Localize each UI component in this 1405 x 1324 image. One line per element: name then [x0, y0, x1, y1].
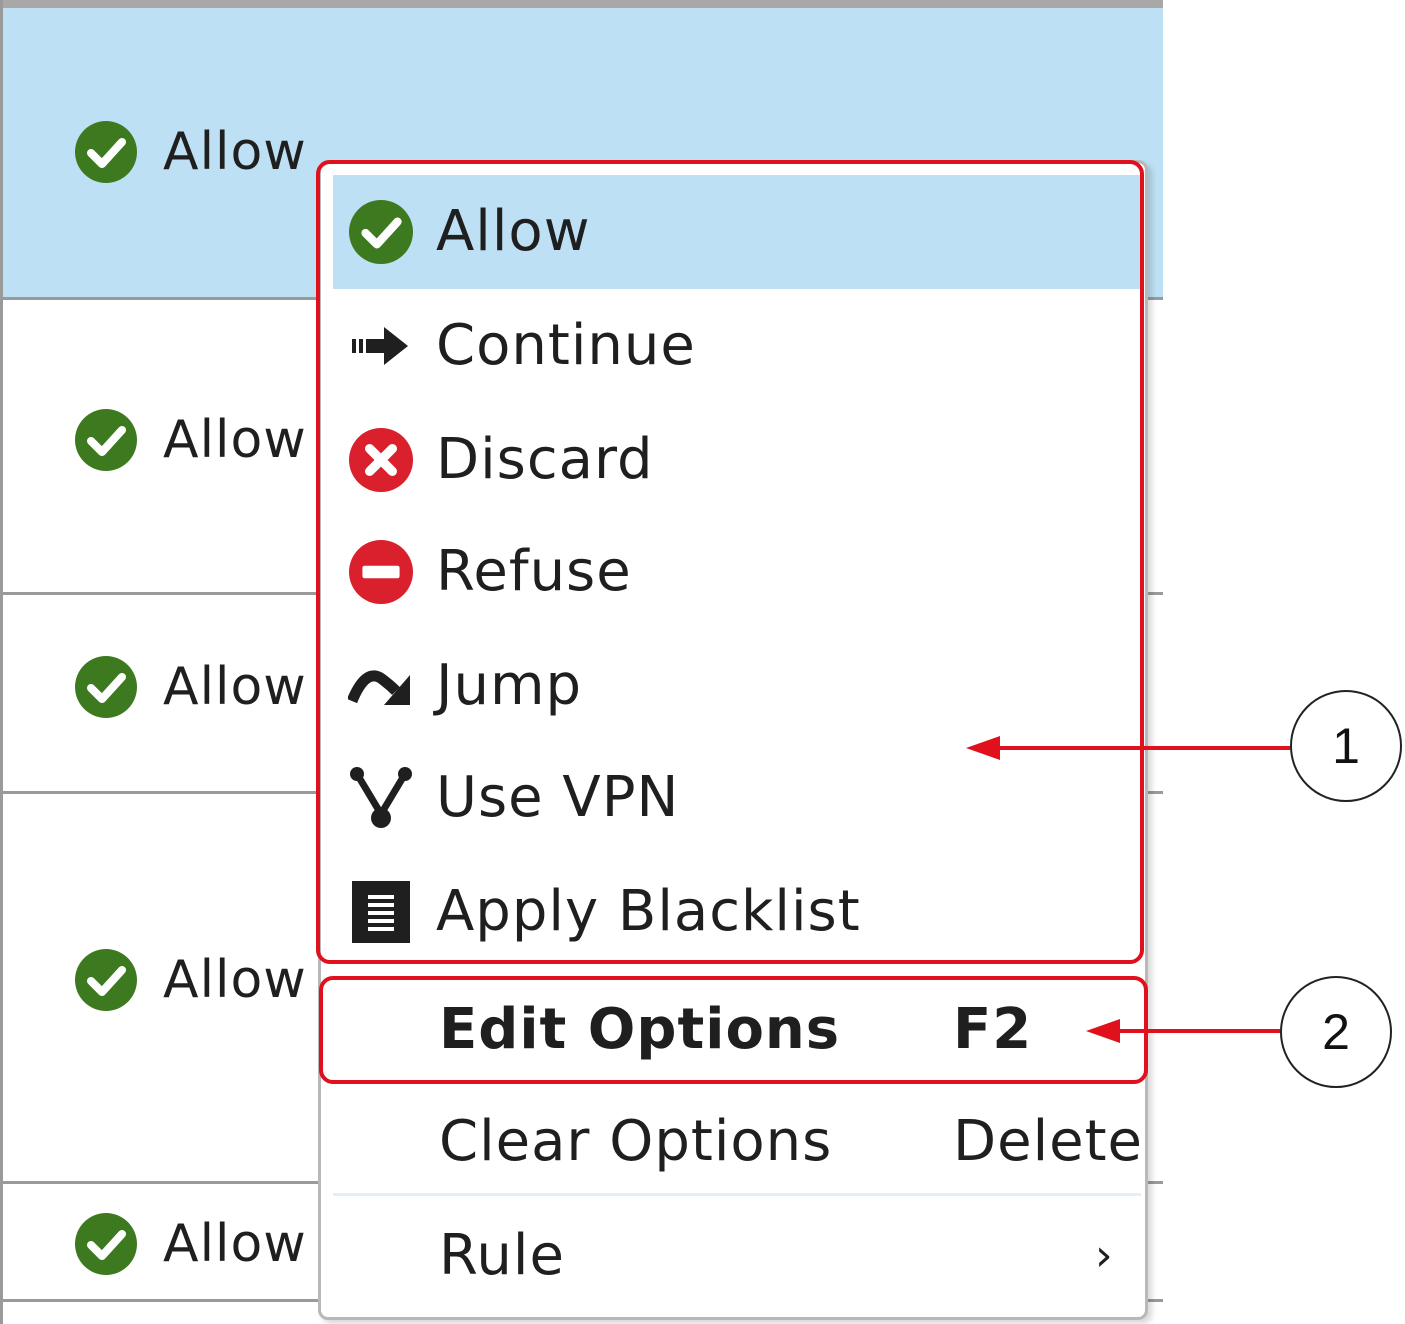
check-circle-icon: [75, 409, 137, 471]
action-cell: Allow: [75, 655, 307, 719]
check-circle-icon: [75, 949, 137, 1011]
action-label: Allow: [163, 122, 307, 182]
check-circle-icon: [75, 656, 137, 718]
action-cell: Allow: [75, 1212, 307, 1276]
action-cell: Allow: [75, 120, 307, 184]
action-cell: Allow: [75, 408, 307, 472]
action-label: Allow: [163, 1214, 307, 1274]
action-label: Allow: [163, 410, 307, 470]
callout-1-highlight: [316, 160, 1144, 964]
callout-2-highlight: [319, 976, 1148, 1084]
menu-separator: [333, 1193, 1141, 1196]
menu-item-label: Rule: [439, 1223, 565, 1288]
chevron-right-icon: ›: [1095, 1230, 1114, 1281]
callout-badge-1: 1: [1290, 690, 1402, 802]
menu-item-shortcut: Delete: [953, 1109, 1143, 1174]
check-circle-icon: [75, 121, 137, 183]
menu-item-label: Clear Options: [439, 1109, 833, 1174]
menu-item-rule[interactable]: Rule ›: [333, 1199, 1141, 1313]
check-circle-icon: [75, 1213, 137, 1275]
action-label: Allow: [163, 657, 307, 717]
action-cell: Allow: [75, 948, 307, 1012]
action-label: Allow: [163, 950, 307, 1010]
callout-badge-2: 2: [1280, 976, 1392, 1088]
menu-item-clear-options[interactable]: Clear Options Delete: [333, 1085, 1143, 1199]
table-top-border: [3, 0, 1163, 8]
